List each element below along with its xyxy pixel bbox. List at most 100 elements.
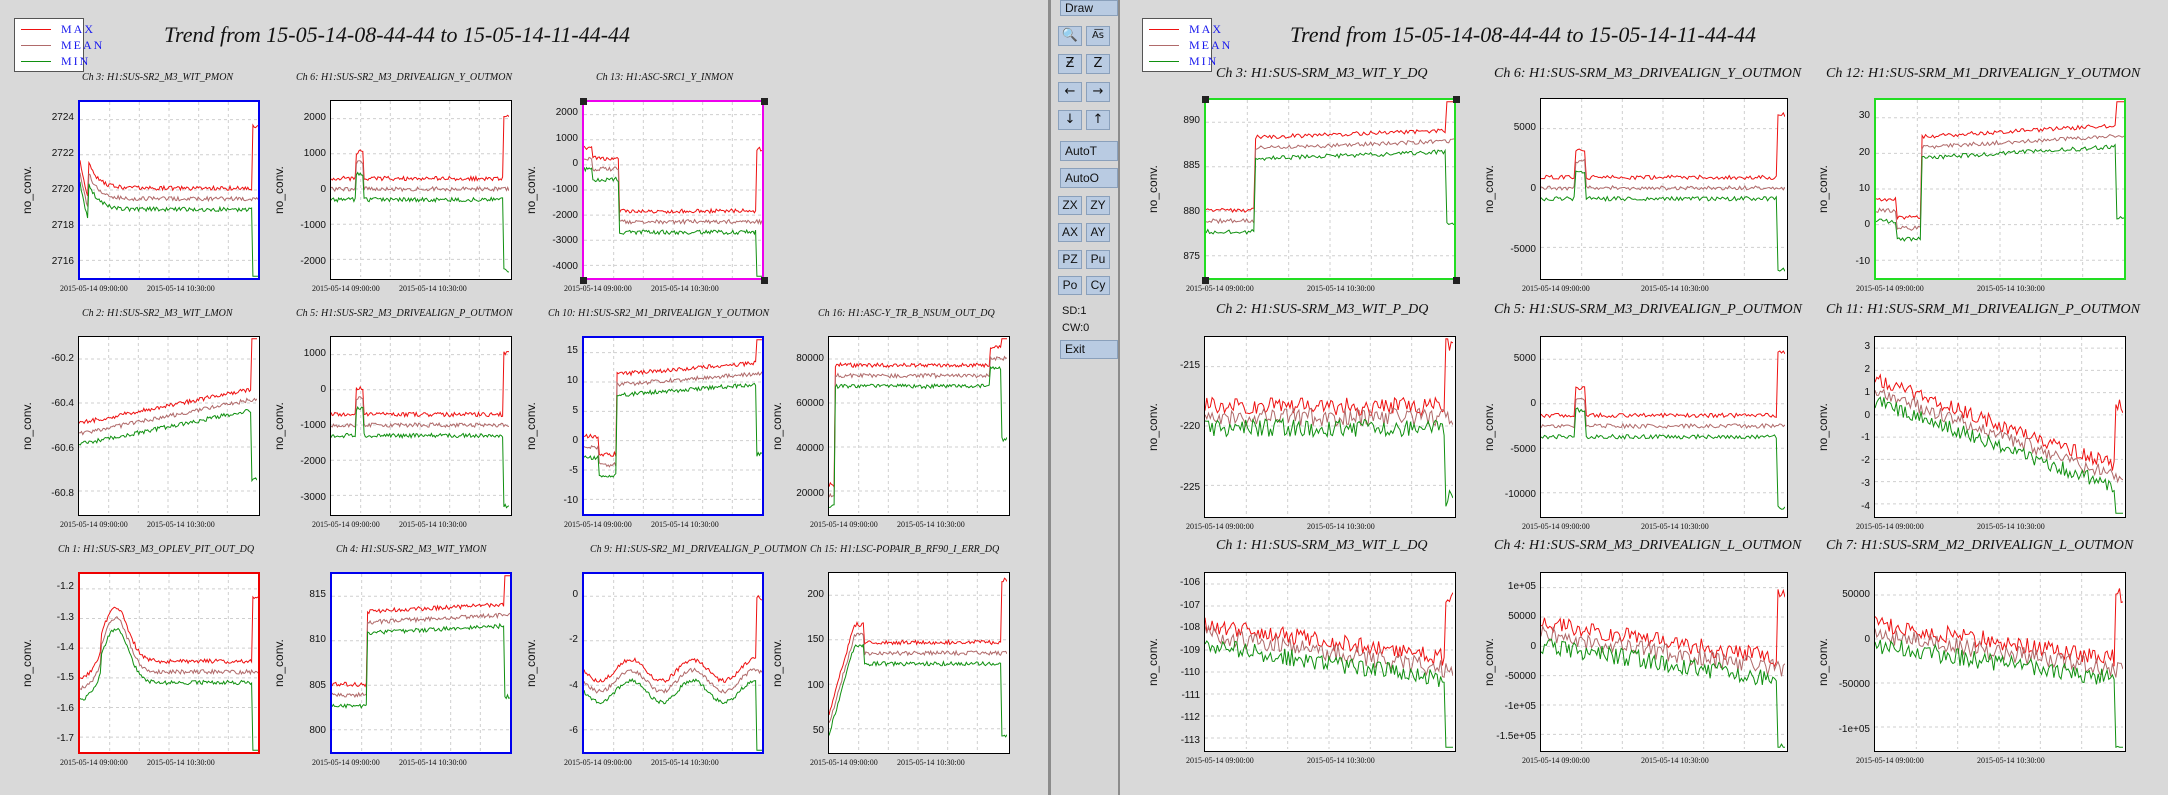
chart-title: Ch 2: H1:SUS-SR2_M3_WIT_LMON <box>82 308 233 319</box>
x-tick-label: 2015-05-14 10:30:00 <box>651 284 719 293</box>
ax-button[interactable]: AX <box>1058 223 1082 242</box>
x-tick-label: 2015-05-14 10:30:00 <box>651 758 719 767</box>
trend-plot[interactable] <box>330 100 512 280</box>
chart-title: Ch 7: H1:SUS-SRM_M2_DRIVEALIGN_L_OUTMON <box>1826 538 2134 553</box>
y-tick-label: 5000 <box>1513 352 1536 364</box>
y-tick-label: -4 <box>1861 500 1870 512</box>
trend-plot[interactable] <box>582 336 764 516</box>
legend-min: MIN <box>1149 54 1216 69</box>
trend-plot[interactable] <box>330 572 512 754</box>
chart-title: Ch 5: H1:SUS-SR2_M3_DRIVEALIGN_P_OUTMON <box>296 308 513 319</box>
resize-handle[interactable] <box>580 98 587 105</box>
trend-plot[interactable] <box>828 336 1010 516</box>
y-tick-label: -4000 <box>552 261 578 273</box>
x-tick-label: 2015-05-14 09:00:00 <box>810 520 878 529</box>
y-tick-label: 150 <box>807 634 824 646</box>
arrow-down-icon[interactable]: ↓ <box>1058 110 1082 130</box>
trend-plot[interactable] <box>78 336 260 516</box>
arrow-up-icon[interactable]: ↑ <box>1086 110 1110 130</box>
x-tick-label: 2015-05-14 10:30:00 <box>147 284 215 293</box>
trend-plot-canvas <box>584 338 762 514</box>
y-tick-label: 2716 <box>51 256 74 267</box>
zoom-z-icon[interactable]: Z <box>1086 54 1110 74</box>
trend-plot[interactable] <box>1202 96 1460 284</box>
cy-button[interactable]: Cy <box>1086 276 1110 295</box>
zx-button[interactable]: ZX <box>1058 196 1082 215</box>
arrow-left-icon[interactable]: ← <box>1058 82 1082 102</box>
resize-handle[interactable] <box>580 277 587 284</box>
resize-handle[interactable] <box>1202 96 1209 103</box>
arrow-right-icon[interactable]: → <box>1086 82 1110 102</box>
autot-button[interactable]: AutoT <box>1060 141 1118 161</box>
zoom-z-slash-icon[interactable]: Ƶ <box>1058 54 1082 74</box>
resize-handle[interactable] <box>761 277 768 284</box>
trend-plot[interactable] <box>1874 572 2126 752</box>
y-tick-label: -60.4 <box>51 397 74 409</box>
trend-plot[interactable] <box>1540 336 1788 518</box>
y-tick-label: -1.7 <box>56 732 74 744</box>
trend-plot[interactable] <box>1204 336 1456 518</box>
trend-plot[interactable] <box>582 572 764 754</box>
y-tick-label: 1000 <box>303 148 326 159</box>
x-tick-label: 2015-05-14 09:00:00 <box>312 284 380 293</box>
x-tick-label: 2015-05-14 10:30:00 <box>651 520 719 529</box>
resize-handle[interactable] <box>761 98 768 105</box>
resize-handle[interactable] <box>1453 96 1460 103</box>
y-tick-label: -1.5 <box>56 672 74 684</box>
exit-button[interactable]: Exit <box>1060 340 1118 359</box>
trend-plot[interactable] <box>1874 98 2126 280</box>
trend-plot[interactable] <box>828 572 1010 754</box>
po-button[interactable]: Po <box>1058 276 1082 295</box>
y-tick-label: 80000 <box>796 352 824 364</box>
chart-title: Ch 2: H1:SUS-SRM_M3_WIT_P_DQ <box>1216 302 1429 317</box>
panel-divider[interactable] <box>1048 0 1051 795</box>
y-tick-label: -1000 <box>552 184 578 195</box>
trend-plot[interactable] <box>1204 572 1456 752</box>
pz-button[interactable]: PZ <box>1058 250 1082 269</box>
x-tick-label: 2015-05-14 09:00:00 <box>1522 522 1590 531</box>
y-axis-label: no_conv. <box>1816 403 1830 451</box>
trend-plot[interactable] <box>580 98 768 284</box>
x-tick-label: 2015-05-14 09:00:00 <box>60 758 128 767</box>
zy-button[interactable]: ZY <box>1086 196 1110 215</box>
chart-title: Ch 6: H1:SUS-SRM_M3_DRIVEALIGN_Y_OUTMON <box>1494 66 1802 81</box>
x-tick-label: 2015-05-14 10:30:00 <box>147 520 215 529</box>
trend-plot[interactable] <box>330 336 512 516</box>
x-tick-label: 2015-05-14 09:00:00 <box>1856 756 1924 765</box>
pu-button[interactable]: Pu <box>1086 250 1110 269</box>
magnifier-abc-icon[interactable]: A͞s <box>1086 26 1110 46</box>
series-max-line <box>1541 111 1785 181</box>
y-axis-label: no_conv. <box>272 402 286 450</box>
trend-plot[interactable] <box>1874 336 2126 518</box>
ay-button[interactable]: AY <box>1086 223 1110 242</box>
y-tick-label: -1.6 <box>56 702 74 714</box>
trend-plot-canvas <box>79 337 257 513</box>
trend-plot[interactable] <box>1540 572 1788 752</box>
y-tick-label: 880 <box>1183 205 1200 217</box>
x-tick-label: 2015-05-14 10:30:00 <box>399 758 467 767</box>
autoo-button[interactable]: AutoO <box>1060 168 1118 188</box>
draw-button[interactable]: Draw <box>1060 0 1118 16</box>
trend-plot[interactable] <box>78 100 260 280</box>
y-tick-label: 5000 <box>1513 122 1536 134</box>
x-tick-label: 2015-05-14 09:00:00 <box>60 520 128 529</box>
y-tick-label: -6 <box>569 725 578 737</box>
trend-plot[interactable] <box>1540 98 1788 280</box>
legend-box-right: MAX MEAN MIN <box>1142 18 1230 72</box>
y-tick-label: 1000 <box>555 132 578 144</box>
resize-handle[interactable] <box>1453 277 1460 284</box>
y-tick-label: -110 <box>1180 667 1200 679</box>
y-tick-label: -2000 <box>300 456 326 467</box>
resize-handle[interactable] <box>1202 277 1209 284</box>
y-axis-label: no_conv. <box>1146 403 1160 451</box>
y-tick-label: -10000 <box>1504 489 1536 501</box>
y-tick-label: -2000 <box>300 256 326 267</box>
chart-title: Ch 4: H1:SUS-SRM_M3_DRIVEALIGN_L_OUTMON <box>1494 538 1802 553</box>
y-tick-label: -4 <box>569 679 578 691</box>
chart-title: Ch 16: H1:ASC-Y_TR_B_NSUM_OUT_DQ <box>818 308 995 319</box>
x-tick-label: 2015-05-14 10:30:00 <box>1641 756 1709 765</box>
x-tick-label: 2015-05-14 10:30:00 <box>1307 522 1375 531</box>
magnifier-icon[interactable]: 🔍 <box>1058 26 1082 46</box>
left-trend-title: Trend from 15-05-14-08-44-44 to 15-05-14… <box>164 22 631 47</box>
trend-plot[interactable] <box>78 572 260 754</box>
